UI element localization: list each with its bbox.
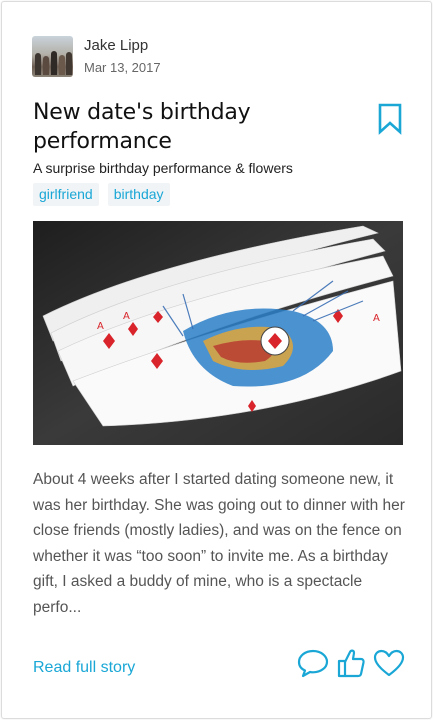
read-full-story-link[interactable]: Read full story [33,659,135,677]
author-header: Jake Lipp Mar 13, 2017 [32,36,161,77]
author-name[interactable]: Jake Lipp [84,37,161,55]
avatar[interactable] [32,36,73,77]
comment-icon[interactable] [296,646,330,680]
story-subtitle: A surprise birthday performance & flower… [33,160,293,176]
svg-text:A: A [97,321,104,332]
thumbs-up-icon[interactable] [334,646,368,680]
author-meta: Jake Lipp Mar 13, 2017 [84,37,161,77]
story-title[interactable]: New date's birthday performance [33,98,363,156]
action-bar [296,646,406,680]
story-card: Jake Lipp Mar 13, 2017 New date's birthd… [1,1,432,719]
tag-girlfriend[interactable]: girlfriend [33,183,99,206]
story-excerpt: About 4 weeks after I started dating som… [33,471,405,616]
svg-text:A: A [373,313,380,324]
svg-text:A: A [123,311,130,322]
bookmark-icon[interactable] [376,103,404,135]
tag-birthday[interactable]: birthday [107,183,170,206]
story-image[interactable]: A A A [33,221,403,445]
tag-list: girlfriend birthday [33,183,170,206]
heart-icon[interactable] [372,646,406,680]
post-date: Mar 13, 2017 [84,59,161,75]
